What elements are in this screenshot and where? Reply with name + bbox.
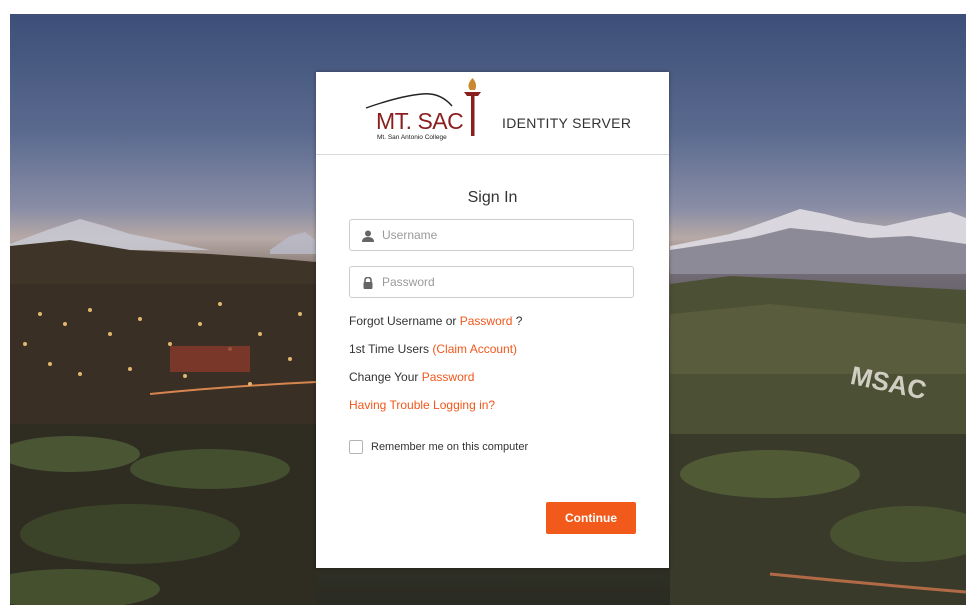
top-cropped-text: ​ — [0, 0, 966, 14]
sign-in-heading: Sign In — [467, 189, 518, 206]
card-header: MT. SAC Mt. San Antonio College IDENTITY… — [316, 72, 669, 155]
continue-button[interactable]: Continue — [546, 502, 636, 534]
password-input[interactable] — [382, 267, 622, 297]
change-password-row: Change Your Password — [349, 370, 474, 384]
change-prefix-text: Change Your — [349, 370, 419, 384]
identity-server-title: IDENTITY SERVER — [502, 115, 632, 131]
forgot-prefix-text: Forgot Username or — [349, 314, 457, 328]
forgot-suffix-text: ? — [515, 314, 523, 328]
logo-text: MT. SAC — [376, 108, 464, 134]
having-trouble-link[interactable]: Having Trouble Logging in? — [349, 398, 495, 412]
user-icon — [362, 229, 374, 242]
lock-icon — [362, 276, 374, 289]
claim-account-link[interactable]: (Claim Account) — [432, 342, 517, 356]
remember-me-checkbox[interactable] — [349, 440, 363, 454]
username-input[interactable] — [382, 220, 622, 250]
remember-me-row[interactable]: Remember me on this computer — [349, 440, 528, 454]
first-time-prefix-text: 1st Time Users — [349, 342, 430, 356]
trouble-row: Having Trouble Logging in? — [349, 398, 495, 412]
first-time-row: 1st Time Users (Claim Account) — [349, 342, 517, 356]
remember-me-label: Remember me on this computer — [371, 441, 529, 453]
logo-subtitle: Mt. San Antonio College — [377, 134, 447, 141]
forgot-password-link[interactable]: Password — [460, 314, 513, 328]
username-field[interactable] — [349, 219, 634, 251]
change-password-link[interactable]: Password — [422, 370, 475, 384]
mt-sac-logo: MT. SAC Mt. San Antonio College — [360, 76, 484, 148]
password-field[interactable] — [349, 266, 634, 298]
login-card: MT. SAC Mt. San Antonio College IDENTITY… — [316, 72, 669, 568]
forgot-row: Forgot Username or Password ? — [349, 314, 522, 328]
